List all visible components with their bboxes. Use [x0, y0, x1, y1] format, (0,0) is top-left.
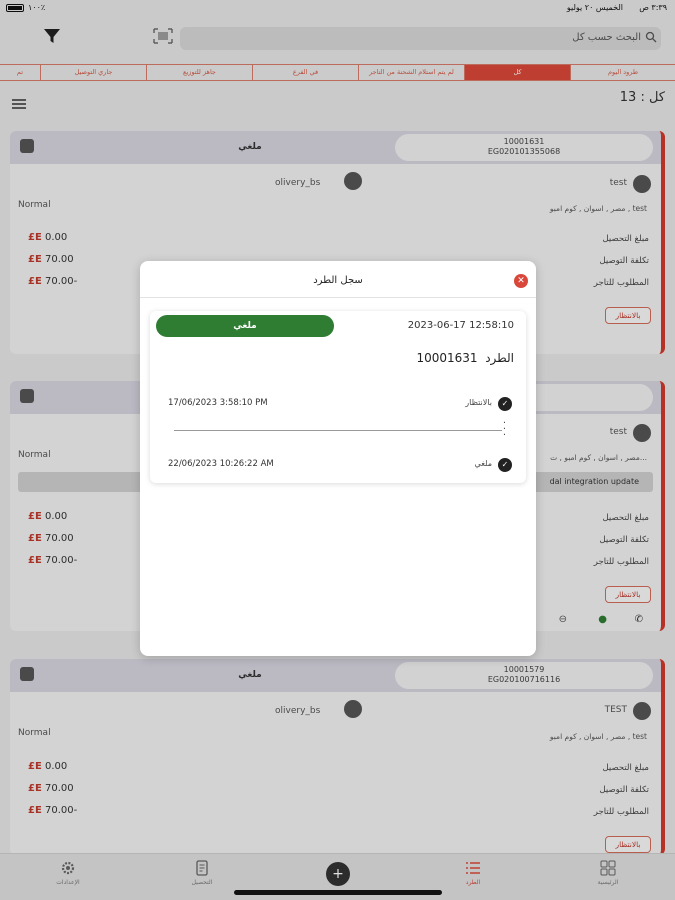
history-timestamp: 17/06/2023 3:58:10 PM	[168, 398, 268, 408]
history-card: ملغي 2023-06-17 12:58:10 10001631 الطرد …	[150, 311, 526, 483]
divider	[140, 297, 536, 298]
history-date: 2023-06-17 12:58:10	[407, 320, 514, 331]
home-indicator	[234, 890, 442, 895]
parcel-id: 10001631	[416, 351, 478, 365]
status-badge: ملغي	[156, 315, 334, 337]
modal-title: سجل الطرد	[313, 275, 363, 286]
close-icon[interactable]: ✕	[514, 274, 528, 288]
history-entry: ✓ بالانتظار 17/06/2023 3:58:10 PM	[162, 397, 512, 412]
history-status: ملغي	[474, 459, 492, 468]
history-status: بالانتظار	[465, 398, 492, 407]
timeline-line	[174, 430, 502, 431]
history-entry: ✓ ملغي 22/06/2023 10:26:22 AM	[162, 458, 512, 473]
parcel-label: الطرد	[485, 351, 514, 365]
history-timestamp: 22/06/2023 10:26:22 AM	[168, 459, 274, 469]
check-icon: ✓	[498, 397, 512, 411]
parcel-heading: 10001631 الطرد	[416, 351, 514, 365]
more-vertical-icon[interactable]: · · ·	[503, 419, 506, 441]
check-icon: ✓	[498, 458, 512, 472]
parcel-history-modal: سجل الطرد ✕ ملغي 2023-06-17 12:58:10 100…	[140, 261, 536, 656]
